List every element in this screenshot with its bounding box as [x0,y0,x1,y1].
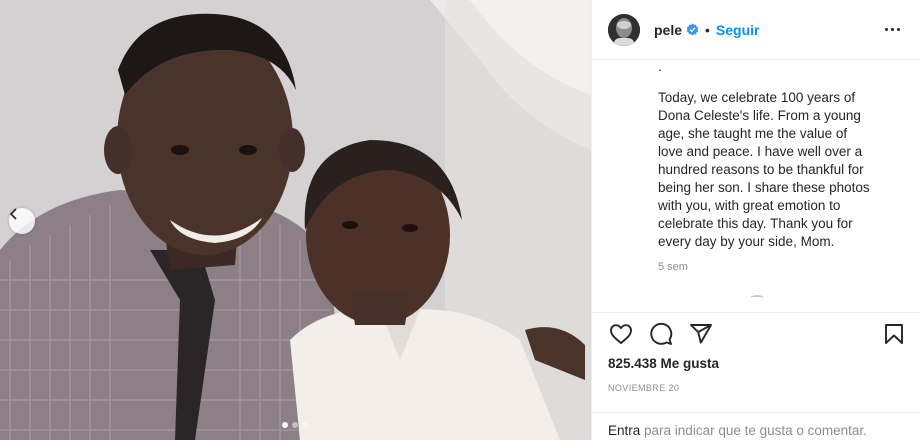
follow-button[interactable]: Seguir [716,22,760,38]
header-separator: • [705,21,710,38]
chevron-left-icon [9,208,17,220]
carousel-dots [282,422,308,428]
login-link[interactable]: Entra [608,423,640,438]
carousel-dot [292,422,298,428]
avatar[interactable] [608,13,640,46]
save-button[interactable] [881,321,907,347]
post-photo[interactable] [0,0,591,440]
username[interactable]: pele [654,22,682,38]
photo-illustration [0,0,591,440]
action-bar [592,312,920,348]
post-header: pele • Seguir [592,0,920,60]
avatar-image [608,13,640,46]
comments-area[interactable]: . Today, we celebrate 100 years of Dona … [592,61,920,298]
comment-button[interactable] [648,321,674,347]
bookmark-icon [885,323,903,344]
comment-login-prompt: Entra para indicar que te gusta o coment… [592,412,920,440]
more-horizontal-icon [885,28,888,31]
carousel-dot [282,422,288,428]
post-panel: pele • Seguir . Today, we celebrate 100 … [591,0,920,440]
comment-prompt-text: para indicar que te gusta o comentar. [640,423,867,438]
caption-dot: . [658,61,662,74]
share-icon [690,323,712,344]
share-button[interactable] [688,321,714,347]
post-caption: Today, we celebrate 100 years of Dona Ce… [658,90,870,249]
post-date[interactable]: NOVIEMBRE 20 [608,383,679,393]
carousel-prev-button[interactable] [9,208,35,234]
loading-spinner-icon [750,295,764,298]
comment-icon [650,322,673,345]
more-options-button[interactable] [881,24,904,35]
like-button[interactable] [608,321,634,347]
heart-icon [610,323,632,344]
verified-badge-icon [686,23,699,36]
carousel-dot [302,422,308,428]
post-time[interactable]: 5 sem [658,261,875,273]
likes-count[interactable]: 825.438 Me gusta [608,356,719,371]
